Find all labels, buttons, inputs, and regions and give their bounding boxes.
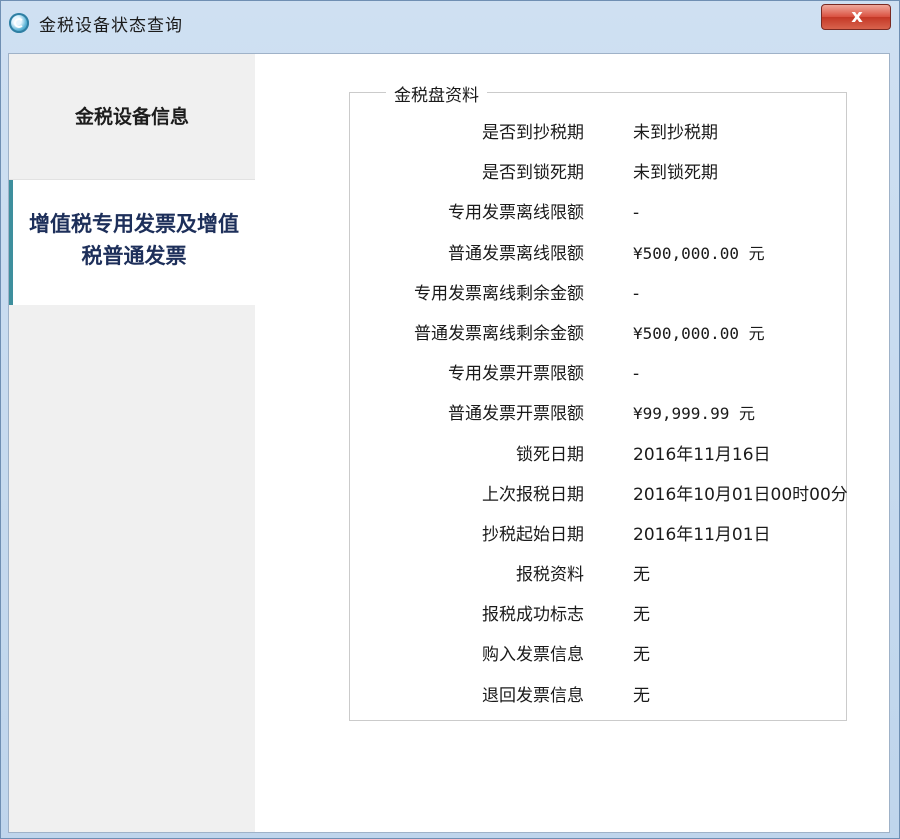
info-row: 锁死日期 2016年11月16日 — [350, 435, 900, 475]
info-row: 是否到抄税期 未到抄税期 — [350, 113, 900, 153]
row-label: 普通发票离线限额 — [448, 243, 584, 264]
info-row: 专用发票开票限额 - — [350, 354, 900, 394]
row-value: 无 — [633, 645, 650, 666]
info-row: 专用发票离线限额 - — [350, 193, 900, 233]
app-window: 金税设备状态查询 x 金税设备信息 增值税专用发票及增值税普通发票 金税盘资料 … — [0, 0, 900, 839]
close-icon: x — [851, 6, 863, 27]
close-button[interactable]: x — [821, 4, 891, 30]
row-label: 是否到锁死期 — [482, 163, 584, 184]
sidebar-item-device-info[interactable]: 金税设备信息 — [9, 54, 255, 180]
info-rows: 是否到抄税期 未到抄税期 是否到锁死期 未到锁死期 专用发票离线限额 - 普通发… — [350, 113, 900, 716]
row-label: 专用发票开票限额 — [448, 364, 584, 385]
row-label: 普通发票开票限额 — [448, 404, 584, 425]
sidebar-item-label: 增值税专用发票及增值税普通发票 — [29, 212, 239, 268]
row-value: ¥500,000.00 元 — [633, 323, 765, 343]
row-label: 报税资料 — [516, 565, 584, 586]
info-row: 上次报税日期 2016年10月01日00时00分 — [350, 475, 900, 515]
row-label: 抄税起始日期 — [482, 524, 584, 545]
row-value: - — [633, 203, 640, 224]
row-value: - — [633, 364, 640, 385]
row-value: 未到锁死期 — [633, 163, 718, 184]
row-value: ¥99,999.99 元 — [633, 404, 755, 424]
info-row: 普通发票开票限额 ¥99,999.99 元 — [350, 394, 900, 434]
main-panel: 金税盘资料 是否到抄税期 未到抄税期 是否到锁死期 未到锁死期 专用发票离线限额… — [255, 54, 889, 832]
row-value: 2016年11月01日 — [633, 524, 771, 545]
sidebar-item-invoices[interactable]: 增值税专用发票及增值税普通发票 — [9, 180, 255, 305]
info-row: 普通发票离线限额 ¥500,000.00 元 — [350, 234, 900, 274]
row-label: 专用发票离线剩余金额 — [414, 283, 584, 304]
info-row: 购入发票信息 无 — [350, 635, 900, 675]
app-logo-icon — [9, 13, 29, 33]
row-label: 报税成功标志 — [482, 605, 584, 626]
info-row: 是否到锁死期 未到锁死期 — [350, 153, 900, 193]
row-value: 无 — [633, 685, 650, 706]
info-row: 报税资料 无 — [350, 555, 900, 595]
info-row: 退回发票信息 无 — [350, 676, 900, 716]
row-value: 无 — [633, 565, 650, 586]
row-label: 是否到抄税期 — [482, 123, 584, 143]
row-value: 无 — [633, 605, 650, 626]
row-value: 未到抄税期 — [633, 123, 718, 143]
title-bar[interactable]: 金税设备状态查询 x — [1, 1, 899, 45]
window-title: 金税设备状态查询 — [39, 16, 183, 36]
info-row: 抄税起始日期 2016年11月01日 — [350, 515, 900, 555]
row-label: 锁死日期 — [516, 444, 584, 465]
tax-disk-info-group: 金税盘资料 是否到抄税期 未到抄税期 是否到锁死期 未到锁死期 专用发票离线限额… — [349, 81, 848, 721]
row-value: - — [633, 283, 640, 304]
group-title: 金税盘资料 — [386, 81, 487, 106]
row-label: 购入发票信息 — [482, 645, 584, 666]
info-row: 专用发票离线剩余金额 - — [350, 274, 900, 314]
row-label: 普通发票离线剩余金额 — [414, 323, 584, 344]
row-label: 退回发票信息 — [482, 685, 584, 706]
row-value: ¥500,000.00 元 — [633, 243, 765, 263]
row-value: 2016年11月16日 — [633, 444, 771, 465]
info-row: 报税成功标志 无 — [350, 595, 900, 635]
client-area: 金税设备信息 增值税专用发票及增值税普通发票 金税盘资料 是否到抄税期 未到抄税… — [8, 53, 890, 833]
info-row: 普通发票离线剩余金额 ¥500,000.00 元 — [350, 314, 900, 354]
sidebar: 金税设备信息 增值税专用发票及增值税普通发票 — [9, 54, 255, 832]
sidebar-item-label: 金税设备信息 — [74, 106, 189, 128]
row-label: 专用发票离线限额 — [448, 203, 584, 224]
row-label: 上次报税日期 — [482, 484, 584, 505]
row-value: 2016年10月01日00时00分 — [633, 484, 848, 505]
